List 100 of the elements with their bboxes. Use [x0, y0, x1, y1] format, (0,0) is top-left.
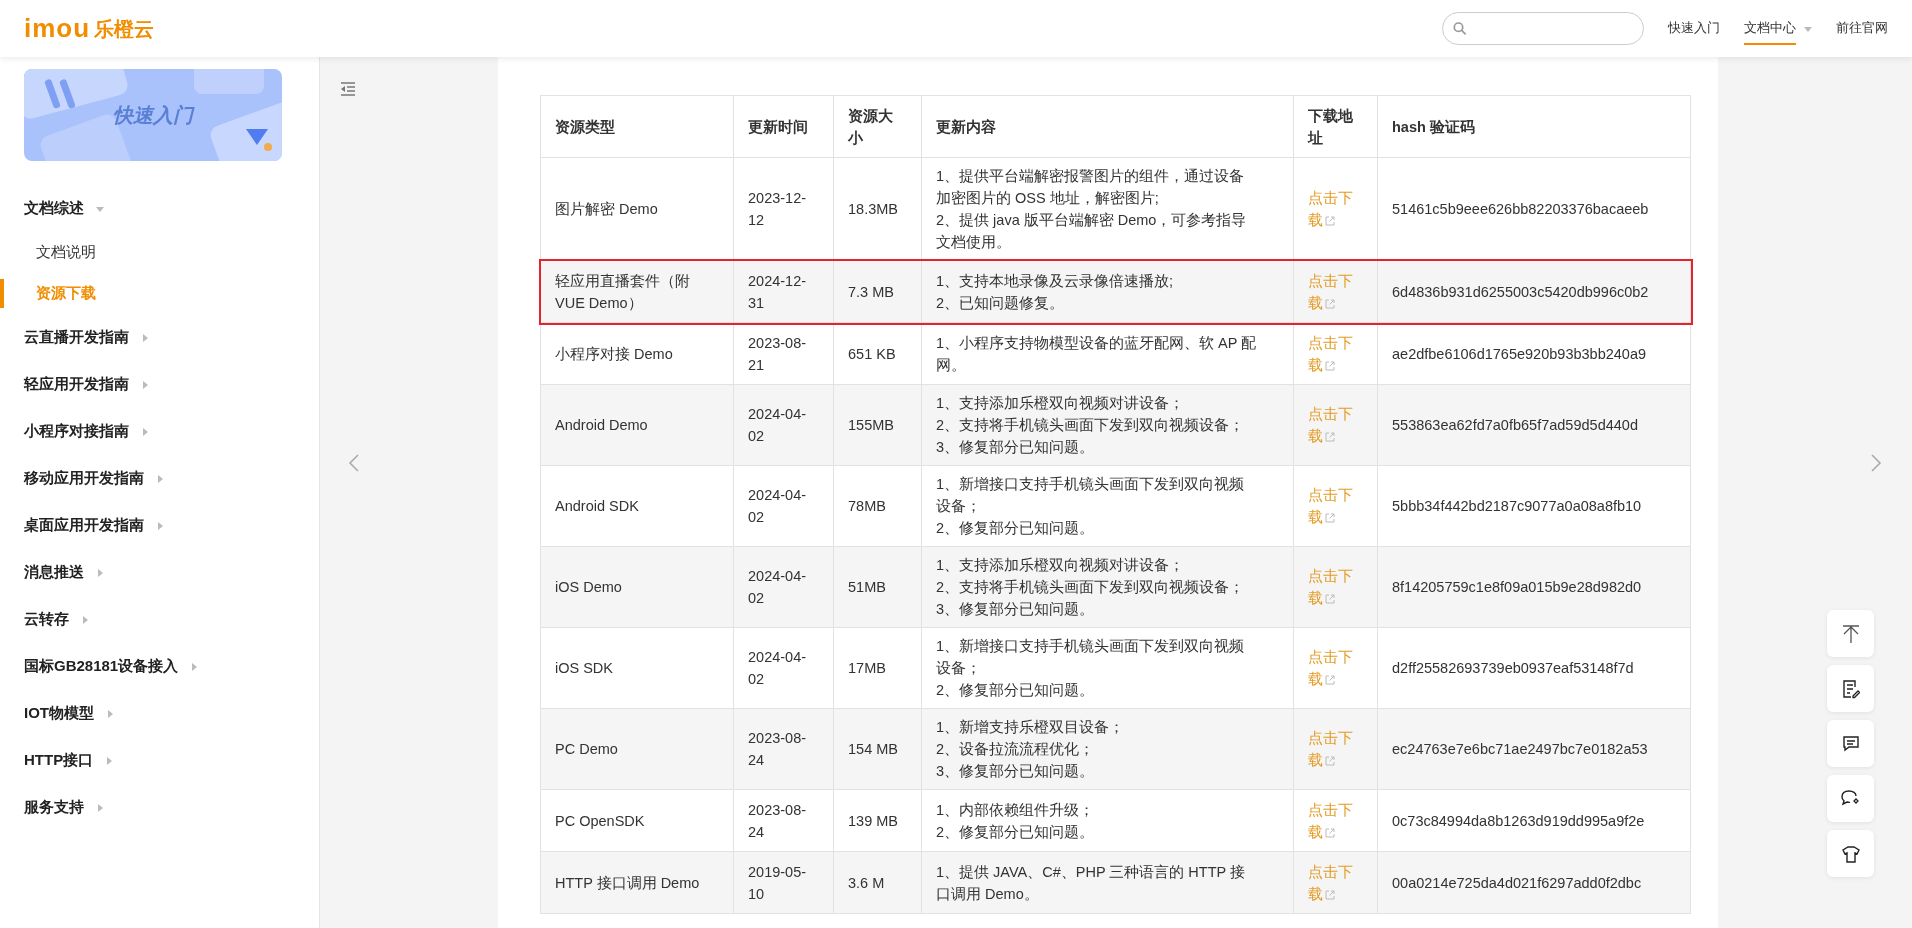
external-link-icon	[1325, 675, 1335, 686]
table-cell: 小程序对接 Demo	[540, 322, 734, 385]
sidebar-item[interactable]: 服务支持	[24, 796, 84, 819]
table-cell: 2024-04-02	[733, 546, 834, 628]
note-line: 3、修复部分已知问题。	[936, 762, 1096, 781]
note-line: 1、新增支持乐橙双目设备；	[936, 718, 1126, 737]
table-cell: 8f14205759c1e8f09a015b9e28d982d0	[1377, 546, 1691, 628]
note-line: 1、提供平台端解密报警图片的组件，通过设备加密图片的 OSS 地址，解密图片;	[936, 167, 1246, 208]
sidebar-item[interactable]: 小程序对接指南	[24, 420, 129, 443]
back-to-top-button[interactable]	[1827, 610, 1874, 657]
shirt-button[interactable]	[1827, 830, 1874, 877]
table-cell: 2023-08-24	[733, 708, 834, 790]
note-line: 2、支持将手机镜头画面下发到双向视频设备；	[936, 578, 1246, 597]
nav-link[interactable]: 前往官网	[1836, 11, 1888, 46]
column-header: 更新时间	[733, 95, 834, 158]
chat-button[interactable]	[1827, 775, 1874, 822]
sidebar-item[interactable]: 桌面应用开发指南	[24, 514, 144, 537]
table-cell: 00a0214e725da4d021f6297add0f2dbc	[1377, 851, 1691, 914]
external-link-icon	[1325, 827, 1335, 838]
sidebar-item[interactable]: 消息推送	[24, 561, 84, 584]
column-header: 资源大小	[833, 95, 922, 158]
table-cell: 155MB	[833, 384, 922, 466]
note-line: 2、提供 java 版平台端解密 Demo，可参考指导文档使用。	[936, 211, 1248, 252]
sidebar-item[interactable]: 移动应用开发指南	[24, 467, 144, 490]
collapse-menu-icon[interactable]	[340, 82, 356, 97]
note-line: 1、支持添加乐橙双向视频对讲设备；	[936, 394, 1186, 413]
external-link-icon	[1325, 216, 1335, 227]
table-cell: PC OpenSDK	[540, 789, 734, 852]
column-header: hash 验证码	[1377, 95, 1691, 158]
external-link-icon	[1325, 360, 1335, 371]
table-cell: d2ff25582693739eb0937eaf53148f7d	[1377, 627, 1691, 709]
table-cell: 17MB	[833, 627, 922, 709]
note-line: 2、已知问题修复。	[936, 293, 1066, 313]
sidebar-item[interactable]: 国标GB28181设备接入	[24, 655, 179, 678]
search-icon	[1453, 21, 1467, 36]
external-link-icon	[1325, 756, 1335, 767]
note-line: 1、提供 JAVA、C#、PHP 三种语言的 HTTP 接口调用 Demo。	[936, 862, 1246, 904]
note-line: 2、修复部分已知问题。	[936, 681, 1096, 700]
table-cell: 7.3 MB	[833, 260, 922, 323]
note-line: 1、新增接口支持手机镜头画面下发到双向视频设备；	[936, 475, 1246, 516]
column-header: 下载地址	[1293, 95, 1378, 158]
table-cell: 2023-08-24	[733, 789, 834, 852]
note-line: 1、支持添加乐橙双向视频对讲设备；	[936, 556, 1186, 575]
external-link-icon	[1325, 298, 1335, 309]
table-cell: 0c73c84994da8b1263d919dd995a9f2e	[1377, 789, 1691, 852]
table-cell: Android Demo	[540, 384, 734, 466]
sidebar-item[interactable]: 文档综述	[24, 197, 84, 220]
table-cell: 553863ea62fd7a0fb65f7ad59d5d440d	[1377, 384, 1691, 466]
table-cell: iOS SDK	[540, 627, 734, 709]
table-cell: 2023-08-21	[733, 322, 834, 385]
table-cell: 51MB	[833, 546, 922, 628]
shirt-icon	[1840, 844, 1861, 863]
table-cell: 154 MB	[833, 708, 922, 790]
note-line: 1、支持本地录像及云录像倍速播放;	[936, 271, 1175, 291]
note-line: 2、修复部分已知问题。	[936, 822, 1096, 842]
external-link-icon	[1325, 889, 1335, 900]
edit-note-button[interactable]	[1827, 665, 1874, 712]
sidebar-item[interactable]: 云直播开发指南	[24, 326, 129, 349]
active-indicator	[0, 279, 4, 308]
external-link-icon	[1325, 432, 1335, 443]
external-link-icon	[1325, 513, 1335, 524]
table-cell: Android SDK	[540, 465, 734, 547]
note-line: 2、支持将手机镜头画面下发到双向视频设备；	[936, 416, 1246, 435]
table-cell: 2024-04-02	[733, 627, 834, 709]
table-cell: 3.6 M	[833, 851, 922, 914]
note-line: 3、修复部分已知问题。	[936, 438, 1096, 457]
table-cell: 2024-12-31	[733, 260, 834, 323]
sidebar-item[interactable]: HTTP接口	[24, 749, 94, 772]
sidebar-item[interactable]: 云转存	[24, 608, 69, 631]
nav-link[interactable]: 快速入门	[1668, 11, 1720, 46]
brand-name: 乐橙云	[94, 16, 155, 42]
table-cell: 6d4836b931d6255003c5420db996c0b2	[1377, 260, 1691, 323]
note-line: 2、修复部分已知问题。	[936, 519, 1096, 538]
table-cell: 图片解密 Demo	[540, 157, 734, 261]
note-line: 3、修复部分已知问题。	[936, 600, 1096, 619]
note-edit-icon	[1841, 678, 1860, 699]
table-cell: 651 KB	[833, 322, 922, 385]
sidebar-item[interactable]: IOT物模型	[24, 702, 94, 725]
table-cell: PC Demo	[540, 708, 734, 790]
table-cell: 轻应用直播套件（附 VUE Demo）	[540, 260, 734, 323]
nav-link[interactable]: 文档中心	[1744, 11, 1796, 46]
note-line: 2、设备拉流流程优化；	[936, 740, 1096, 759]
table-cell: 2024-04-02	[733, 384, 834, 466]
note-line: 1、内部依赖组件升级；	[936, 800, 1096, 820]
table-cell: 139 MB	[833, 789, 922, 852]
table-cell: ae2dfbe6106d1765e920b93b3bb240a9	[1377, 322, 1691, 385]
column-header: 更新内容	[921, 95, 1294, 158]
note-line: 1、新增接口支持手机镜头画面下发到双向视频设备；	[936, 637, 1246, 678]
message-button[interactable]	[1827, 720, 1874, 767]
sidebar-item[interactable]: 轻应用开发指南	[24, 373, 129, 396]
table-cell: ec24763e7e6bc71ae2497bc7e0182a53	[1377, 708, 1691, 790]
sidebar-subitem[interactable]: 文档说明	[0, 232, 319, 273]
message-icon	[1841, 734, 1860, 753]
table-cell: 5bbb34f442bd2187c9077a0a08a8fb10	[1377, 465, 1691, 547]
table-cell: iOS Demo	[540, 546, 734, 628]
column-header: 资源类型	[540, 95, 734, 158]
table-cell: 78MB	[833, 465, 922, 547]
table-cell: HTTP 接口调用 Demo	[540, 851, 734, 914]
table-cell: 2019-05-10	[733, 851, 834, 914]
back-to-top-icon	[1840, 623, 1861, 644]
